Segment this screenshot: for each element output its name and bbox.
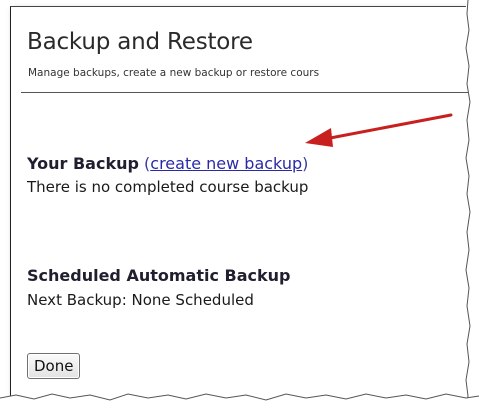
done-button[interactable]: Done [27, 353, 81, 379]
backup-status-text: There is no completed course backup [27, 178, 309, 196]
header-divider [21, 92, 473, 93]
your-backup-heading-row: Your Backup (create new backup) [27, 154, 308, 173]
create-new-backup-link[interactable]: create new backup [150, 154, 302, 173]
page-title: Backup and Restore [27, 29, 253, 55]
scheduled-backup-heading-label: Scheduled Automatic Backup [27, 266, 291, 285]
screenshot-stage: Backup and Restore Manage backups, creat… [0, 0, 479, 408]
scheduled-backup-heading: Scheduled Automatic Backup [27, 266, 290, 285]
paren-close: ) [302, 154, 309, 173]
your-backup-heading: Your Backup [27, 154, 139, 173]
page-subtitle: Manage backups, create a new backup or r… [28, 67, 320, 79]
backup-restore-panel: Backup and Restore Manage backups, creat… [10, 6, 473, 401]
next-backup-text: Next Backup: None Scheduled [27, 291, 254, 309]
red-arrow-annotation-icon [305, 113, 453, 147]
